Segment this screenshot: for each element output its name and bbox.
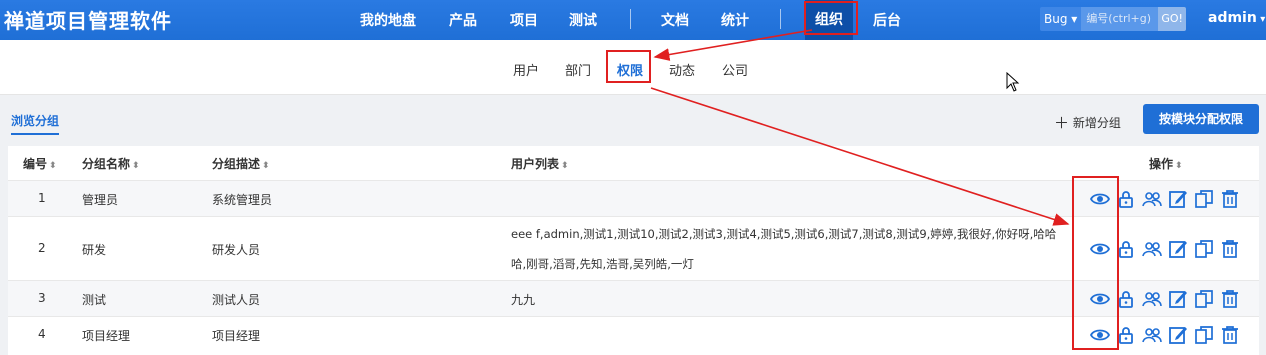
header-actions[interactable]: 操作 ⬍	[1149, 155, 1183, 172]
chevron-down-icon: ▾	[1256, 14, 1266, 25]
cell-users: eee f,admin,测试1,测试10,测试2,测试3,测试4,测试5,测试6…	[511, 227, 1057, 271]
sort-icon: ⬍	[561, 161, 569, 171]
edit-icon[interactable]	[1168, 289, 1188, 309]
subnav-user[interactable]: 用户	[513, 60, 539, 79]
assign-by-module-button[interactable]: 按模块分配权限	[1143, 104, 1259, 134]
cell-desc: 测试人员	[212, 293, 261, 307]
cell-id: 3	[38, 291, 46, 305]
cell-desc: 项目经理	[212, 329, 261, 343]
search-input[interactable]: 编号(ctrl+g)	[1081, 7, 1159, 31]
browse-group-tab[interactable]: 浏览分组	[11, 112, 60, 135]
nav-product[interactable]: 产品	[449, 10, 477, 30]
sort-icon: ⬍	[1175, 161, 1183, 171]
members-icon[interactable]	[1142, 289, 1162, 309]
table-row: 4 项目经理 项目经理	[8, 316, 1259, 352]
search-go-button[interactable]: GO!	[1158, 7, 1186, 31]
cell-users: 九九	[511, 293, 536, 307]
cell-name: 项目经理	[82, 329, 131, 343]
add-group-button[interactable]: ＋ 新增分组	[1054, 112, 1121, 133]
trash-icon[interactable]	[1220, 289, 1240, 309]
cell-desc: 研发人员	[212, 243, 261, 257]
edit-icon[interactable]	[1168, 325, 1188, 345]
nav-divider	[780, 9, 781, 29]
sort-icon: ⬍	[49, 161, 57, 171]
trash-icon[interactable]	[1220, 189, 1240, 209]
nav-project[interactable]: 项目	[510, 10, 538, 30]
view-icon[interactable]	[1089, 189, 1111, 209]
group-table: 编号 ⬍ 分组名称 ⬍ 分组描述 ⬍ 用户列表 ⬍ 操作 ⬍ 1 管理员 系统管理员 2 …	[8, 146, 1259, 355]
nav-report[interactable]: 统计	[721, 10, 749, 30]
row-actions	[1089, 189, 1240, 209]
mouse-cursor-icon	[1006, 72, 1020, 92]
trash-icon[interactable]	[1220, 325, 1240, 345]
cell-id: 4	[38, 327, 46, 341]
nav-company[interactable]: 组织	[805, 0, 853, 40]
view-icon[interactable]	[1089, 289, 1111, 309]
edit-icon[interactable]	[1168, 239, 1188, 259]
cell-desc: 系统管理员	[212, 193, 273, 207]
row-actions	[1089, 239, 1240, 259]
row-actions	[1089, 289, 1240, 309]
brand-logo[interactable]: 禅道项目管理软件	[4, 5, 172, 34]
subnav-dynamic[interactable]: 动态	[669, 60, 695, 79]
sort-icon: ⬍	[262, 161, 270, 171]
lock-icon[interactable]	[1116, 289, 1136, 309]
header-desc[interactable]: 分组描述 ⬍	[212, 155, 270, 172]
user-menu[interactable]: admin ▾	[1208, 10, 1265, 26]
members-icon[interactable]	[1142, 325, 1162, 345]
table-row: 2 研发 研发人员 eee f,admin,测试1,测试10,测试2,测试3,测…	[8, 216, 1259, 280]
members-icon[interactable]	[1142, 189, 1162, 209]
header-name[interactable]: 分组名称 ⬍	[82, 155, 140, 172]
cell-id: 1	[38, 191, 46, 205]
lock-icon[interactable]	[1116, 189, 1136, 209]
sub-navigation: 用户 部门 权限 动态 公司	[0, 40, 1266, 95]
trash-icon[interactable]	[1220, 239, 1240, 259]
nav-doc[interactable]: 文档	[661, 10, 689, 30]
view-icon[interactable]	[1089, 239, 1111, 259]
sort-icon: ⬍	[132, 161, 140, 171]
plus-icon: ＋	[1054, 114, 1070, 132]
row-actions	[1089, 325, 1240, 345]
lock-icon[interactable]	[1116, 239, 1136, 259]
cell-name: 测试	[82, 293, 107, 307]
cell-id: 2	[38, 241, 46, 255]
nav-my[interactable]: 我的地盘	[360, 10, 416, 30]
edit-icon[interactable]	[1168, 189, 1188, 209]
nav-test[interactable]: 测试	[569, 10, 597, 30]
global-search: Bug ▾ 编号(ctrl+g) GO!	[1040, 7, 1186, 31]
nav-divider	[630, 9, 631, 29]
subnav-dept[interactable]: 部门	[565, 60, 591, 79]
view-icon[interactable]	[1089, 325, 1111, 345]
copy-icon[interactable]	[1194, 239, 1214, 259]
search-type-select[interactable]: Bug ▾	[1040, 7, 1082, 31]
subnav-company[interactable]: 公司	[722, 60, 748, 79]
cell-name: 管理员	[82, 193, 119, 207]
copy-icon[interactable]	[1194, 325, 1214, 345]
subnav-group[interactable]: 权限	[617, 60, 643, 79]
copy-icon[interactable]	[1194, 189, 1214, 209]
header-id[interactable]: 编号 ⬍	[23, 155, 57, 172]
cell-name: 研发	[82, 243, 107, 257]
header-users[interactable]: 用户列表 ⬍	[511, 155, 569, 172]
nav-admin[interactable]: 后台	[873, 10, 901, 30]
copy-icon[interactable]	[1194, 289, 1214, 309]
table-row: 1 管理员 系统管理员	[8, 180, 1259, 216]
members-icon[interactable]	[1142, 239, 1162, 259]
table-row: 3 测试 测试人员 九九	[8, 280, 1259, 316]
top-header: 禅道项目管理软件 我的地盘 产品 项目 测试 文档 统计 组织 后台 Bug ▾…	[0, 0, 1266, 40]
lock-icon[interactable]	[1116, 325, 1136, 345]
